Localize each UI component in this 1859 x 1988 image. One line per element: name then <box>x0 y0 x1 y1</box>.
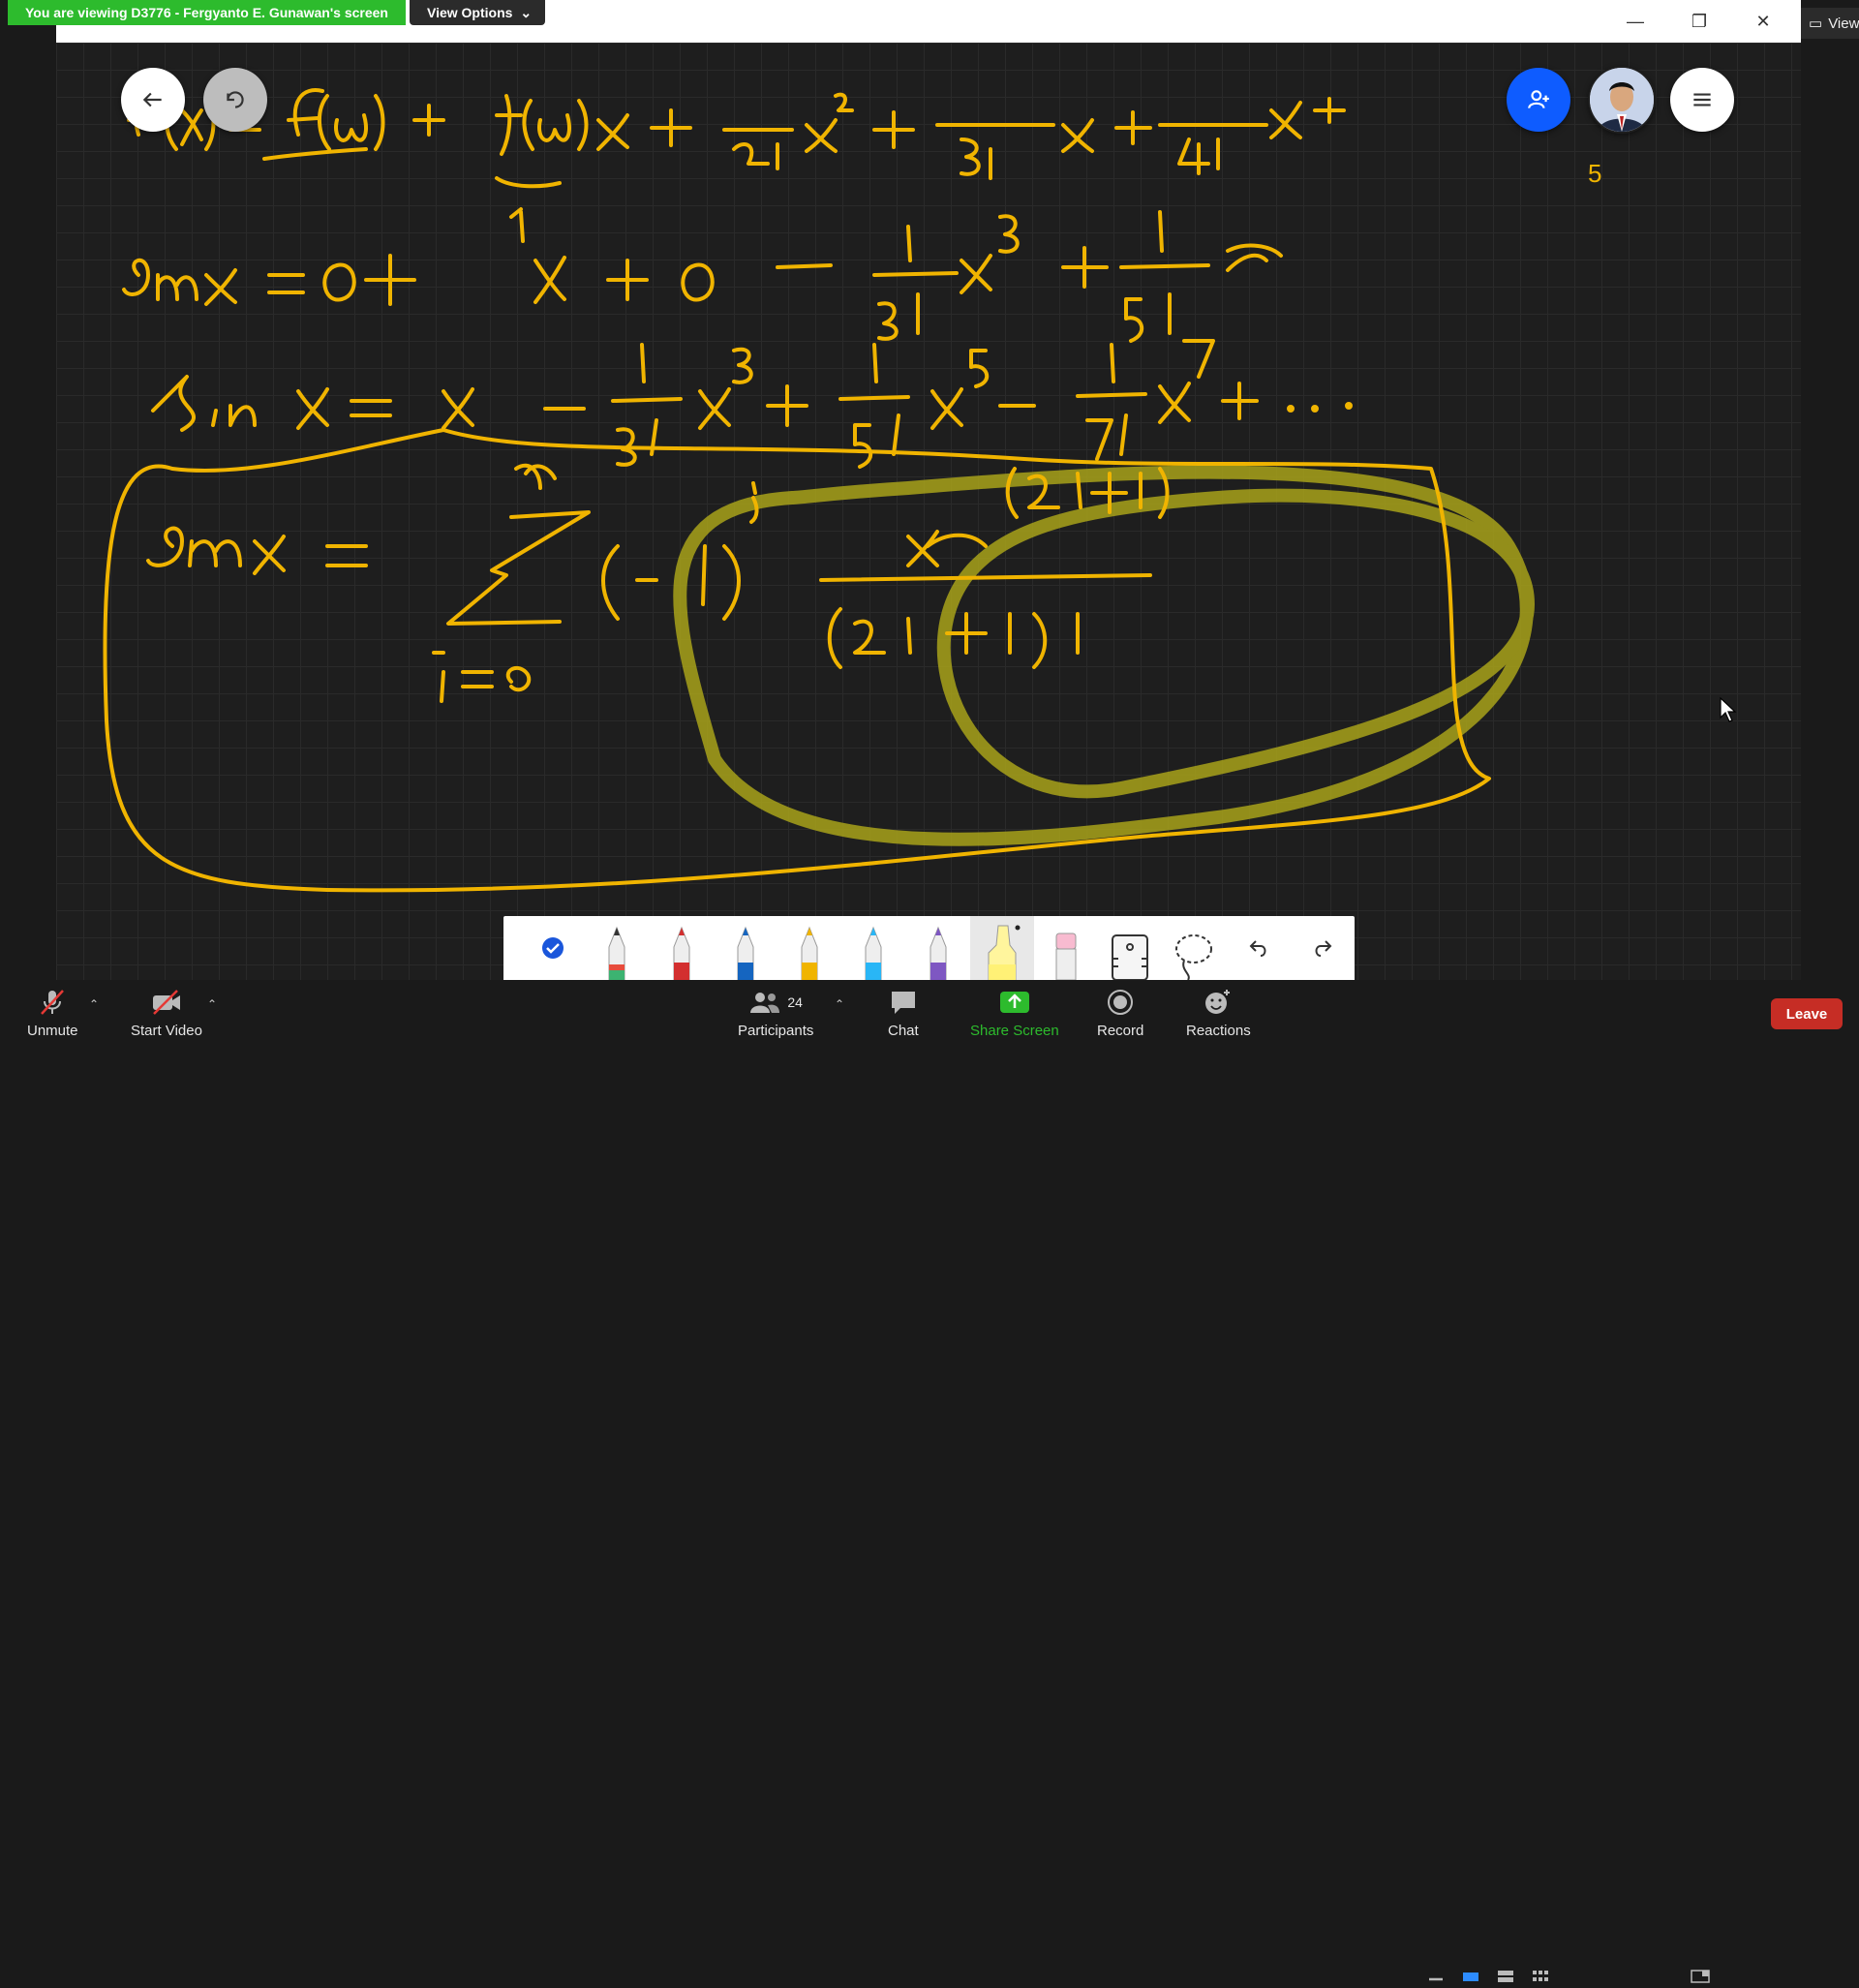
share-screen-button[interactable]: Share Screen <box>970 988 1059 1039</box>
view-options-button[interactable]: View Options ⌄ <box>409 0 546 25</box>
microphone-muted-icon <box>41 990 65 1015</box>
close-icon[interactable]: ✕ <box>1731 0 1795 43</box>
hamburger-icon <box>1693 93 1711 107</box>
ruler-icon <box>1112 934 1149 980</box>
chat-label: Chat <box>888 1023 919 1039</box>
view-options-label: View Options <box>426 5 513 20</box>
video-options-caret[interactable]: ⌃ <box>207 997 217 1011</box>
redo-tool[interactable] <box>1291 916 1355 980</box>
meeting-controls-bar: Unmute ⌃ Start Video ⌃ 24 Participants ⌃… <box>0 980 1859 1983</box>
chat-button[interactable]: Chat <box>888 988 919 1039</box>
video-muted-icon <box>152 990 180 1015</box>
view-label: View <box>1828 15 1859 32</box>
invite-button[interactable] <box>1507 68 1570 132</box>
record-label: Record <box>1097 1023 1144 1039</box>
whiteboard-drawing <box>103 88 1535 893</box>
pen-rainbow-icon <box>608 926 625 980</box>
share-screen-label: Share Screen <box>970 1023 1059 1039</box>
avatar-image <box>1590 68 1654 132</box>
eraser-tool[interactable] <box>1034 916 1098 980</box>
arrow-left-icon <box>142 92 162 107</box>
speaker-view-icon[interactable] <box>1462 1970 1479 1983</box>
highlighter-strokes <box>673 465 1535 846</box>
record-icon <box>1108 990 1134 1015</box>
pen-yellow-tool[interactable] <box>777 916 841 980</box>
lasso-icon <box>1175 934 1213 980</box>
pen-rainbow-tool[interactable] <box>585 916 649 980</box>
participants-count: 24 <box>787 994 803 1010</box>
smiley-plus-icon <box>1205 990 1231 1014</box>
pen-red-icon <box>673 926 690 980</box>
chevron-down-icon: ⌄ <box>520 5 533 20</box>
undo-tool[interactable] <box>1227 916 1291 980</box>
pen-cyan-tool[interactable] <box>841 916 905 980</box>
unmute-button[interactable]: Unmute <box>27 988 78 1039</box>
check-circle-icon <box>542 937 564 959</box>
menu-button[interactable] <box>1670 68 1734 132</box>
participants-label: Participants <box>738 1023 814 1039</box>
leave-button[interactable]: Leave <box>1771 998 1843 1029</box>
redo-arrow-icon <box>1315 940 1332 957</box>
view-icon: ▭ <box>1809 15 1823 32</box>
row2-formula <box>122 210 1283 343</box>
window-controls: — ❐ ✕ <box>1603 0 1795 43</box>
whiteboard-canvas[interactable] <box>56 43 1801 980</box>
add-user-icon <box>1528 90 1549 108</box>
share-screen-icon <box>999 992 1029 1013</box>
avatar[interactable] <box>1588 66 1656 134</box>
record-button[interactable]: Record <box>1097 988 1143 1039</box>
pen-blue-icon <box>737 926 754 980</box>
select-tool[interactable] <box>521 916 585 980</box>
whiteboard-window: ...Whiteboard — ❐ ✕ <box>56 0 1801 980</box>
redo-icon <box>227 91 244 108</box>
participant-label: 5 <box>1588 159 1602 188</box>
chat-icon <box>891 992 915 1014</box>
pen-red-tool[interactable] <box>649 916 713 980</box>
start-video-label: Start Video <box>131 1023 202 1039</box>
share-banner-message: You are viewing D3776 - Fergyanto E. Gun… <box>8 0 406 25</box>
side-by-side-view-icon[interactable] <box>1691 1970 1710 1983</box>
restore-icon[interactable]: ❐ <box>1667 0 1731 43</box>
minimize-video-icon[interactable] <box>1427 1970 1445 1983</box>
reactions-button[interactable]: Reactions <box>1186 988 1251 1039</box>
participants-icon <box>750 993 780 1013</box>
highlighter-tool[interactable] <box>969 916 1034 980</box>
eraser-icon <box>1055 933 1077 980</box>
reactions-label: Reactions <box>1186 1023 1251 1039</box>
lasso-tool[interactable] <box>1162 916 1226 980</box>
undo-icon <box>1249 940 1266 957</box>
strip-view-icon[interactable] <box>1497 1970 1514 1983</box>
back-button[interactable] <box>121 68 185 132</box>
pen-yellow-icon <box>801 926 818 980</box>
audio-options-caret[interactable]: ⌃ <box>89 997 99 1011</box>
minimize-icon[interactable]: — <box>1603 0 1667 43</box>
gallery-view-icon[interactable] <box>1532 1970 1549 1983</box>
layout-controls <box>1427 1970 1710 1983</box>
participants-caret[interactable]: ⌃ <box>835 997 844 1011</box>
unmute-label: Unmute <box>27 1023 78 1039</box>
participants-button[interactable]: 24 Participants <box>738 988 813 1039</box>
highlighter-icon <box>988 925 1021 980</box>
view-button[interactable]: ▭ View <box>1801 8 1859 39</box>
pen-blue-tool[interactable] <box>714 916 777 980</box>
share-banner: You are viewing D3776 - Fergyanto E. Gun… <box>8 0 546 25</box>
start-video-button[interactable]: Start Video <box>131 988 202 1039</box>
redo-button[interactable] <box>203 68 267 132</box>
annotation-toolbar <box>503 916 1355 980</box>
mouse-cursor-icon <box>1720 697 1737 722</box>
pen-cyan-icon <box>865 926 882 980</box>
ruler-tool[interactable] <box>1098 916 1162 980</box>
pen-purple-icon <box>930 926 947 980</box>
pen-purple-tool[interactable] <box>905 916 969 980</box>
